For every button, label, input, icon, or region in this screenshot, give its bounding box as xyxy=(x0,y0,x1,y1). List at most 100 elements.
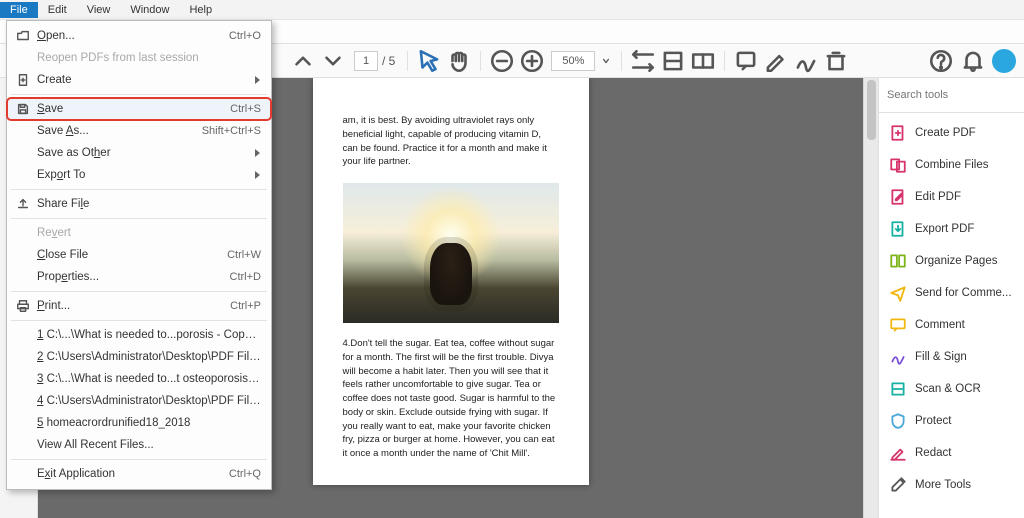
file-properties-accel: Ctrl+D xyxy=(230,271,261,283)
zoom-dropdown-button[interactable] xyxy=(599,48,613,74)
file-close-label: Close File xyxy=(37,249,219,261)
menu-edit[interactable]: Edit xyxy=(38,2,77,18)
page-indicator: 1 / 5 xyxy=(354,51,395,71)
menubar: File Edit View Window Help xyxy=(0,0,1024,20)
select-tool-button[interactable] xyxy=(416,48,442,74)
notifications-button[interactable] xyxy=(960,48,986,74)
delete-pages-button[interactable] xyxy=(823,48,849,74)
tool-label: Scan & OCR xyxy=(915,383,981,395)
recent-file-3[interactable]: 3 C:\...\What is needed to...t osteoporo… xyxy=(7,368,271,390)
file-reopen: Reopen PDFs from last session xyxy=(7,47,271,69)
send-comments-icon xyxy=(889,284,907,302)
file-open[interactable]: Open... Ctrl+O xyxy=(7,25,271,47)
pdf-page: am, it is best. By avoiding ultraviolet … xyxy=(313,78,589,485)
file-share[interactable]: Share File xyxy=(7,193,271,215)
tool-label: Send for Comme... xyxy=(915,287,1012,299)
hand-tool-button[interactable] xyxy=(446,48,472,74)
recent-file-1[interactable]: 1 C:\...\What is needed to...porosis - C… xyxy=(7,324,271,346)
menu-help[interactable]: Help xyxy=(179,2,222,18)
document-paragraph-1: am, it is best. By avoiding ultraviolet … xyxy=(343,114,559,169)
tool-export-pdf[interactable]: Export PDF xyxy=(879,213,1024,245)
file-save[interactable]: Save Ctrl+S xyxy=(7,98,271,120)
menu-file[interactable]: File xyxy=(0,2,38,18)
recent-file-5-label: 5 homeacrordrunified18_2018 xyxy=(37,417,261,429)
tool-more-tools[interactable]: More Tools xyxy=(879,469,1024,501)
file-save-as[interactable]: Save As... Shift+Ctrl+S xyxy=(7,120,271,142)
print-icon xyxy=(13,298,33,314)
file-print[interactable]: Print... Ctrl+P xyxy=(7,295,271,317)
fill-sign-icon xyxy=(889,348,907,366)
file-reopen-label: Reopen PDFs from last session xyxy=(37,52,261,64)
more-tools-icon xyxy=(889,476,907,494)
help-button[interactable] xyxy=(928,48,954,74)
highlight-button[interactable] xyxy=(763,48,789,74)
file-print-accel: Ctrl+P xyxy=(230,300,261,312)
tool-label: Edit PDF xyxy=(915,191,961,203)
tool-create-pdf[interactable]: Create PDF xyxy=(879,117,1024,149)
menu-view[interactable]: View xyxy=(77,2,121,18)
tools-search-input[interactable] xyxy=(887,85,1016,105)
sign-button[interactable] xyxy=(793,48,819,74)
tool-protect[interactable]: Protect xyxy=(879,405,1024,437)
share-icon xyxy=(13,196,33,212)
tool-list: Create PDF Combine Files Edit PDF Export… xyxy=(879,113,1024,518)
file-save-other[interactable]: Save as Other xyxy=(7,142,271,164)
file-save-label: Save xyxy=(37,103,222,115)
zoom-in-button[interactable] xyxy=(519,48,545,74)
tool-redact[interactable]: Redact xyxy=(879,437,1024,469)
tool-scan-ocr[interactable]: Scan & OCR xyxy=(879,373,1024,405)
fit-page-button[interactable] xyxy=(660,48,686,74)
view-all-recent[interactable]: View All Recent Files... xyxy=(7,434,271,456)
open-icon xyxy=(13,28,33,44)
page-down-button[interactable] xyxy=(320,48,346,74)
recent-file-2-label: 2 C:\Users\Administrator\Desktop\PDF Fil… xyxy=(37,351,261,363)
file-menu: Open... Ctrl+O Reopen PDFs from last ses… xyxy=(6,20,272,490)
scrollbar-thumb[interactable] xyxy=(867,80,876,140)
file-export-to-label: Export To xyxy=(37,169,249,181)
file-create-label: Create xyxy=(37,74,249,86)
file-exit[interactable]: Exit Application Ctrl+Q xyxy=(7,463,271,485)
recent-file-5[interactable]: 5 homeacrordrunified18_2018 xyxy=(7,412,271,434)
read-mode-button[interactable] xyxy=(690,48,716,74)
tool-organize-pages[interactable]: Organize Pages xyxy=(879,245,1024,277)
scan-ocr-icon xyxy=(889,380,907,398)
tools-panel: Create PDF Combine Files Edit PDF Export… xyxy=(878,78,1024,518)
export-pdf-icon xyxy=(889,220,907,238)
account-avatar[interactable] xyxy=(992,49,1016,73)
tool-label: More Tools xyxy=(915,479,971,491)
recent-file-4[interactable]: 4 C:\Users\Administrator\Desktop\PDF Fil… xyxy=(7,390,271,412)
file-revert-label: Revert xyxy=(37,227,261,239)
file-properties[interactable]: Properties... Ctrl+D xyxy=(7,266,271,288)
menu-window[interactable]: Window xyxy=(120,2,179,18)
zoom-level-input[interactable]: 50% xyxy=(551,51,595,71)
tool-edit-pdf[interactable]: Edit PDF xyxy=(879,181,1024,213)
file-open-accel: Ctrl+O xyxy=(229,30,261,42)
create-icon xyxy=(13,72,33,88)
file-export-to[interactable]: Export To xyxy=(7,164,271,186)
file-properties-label: Properties... xyxy=(37,271,222,283)
page-number-input[interactable]: 1 xyxy=(354,51,378,71)
vertical-scrollbar[interactable] xyxy=(863,78,878,518)
file-create[interactable]: Create xyxy=(7,69,271,91)
document-paragraph-2: 4.Don't tell the sugar. Eat tea, coffee … xyxy=(343,337,559,461)
tool-combine-files[interactable]: Combine Files xyxy=(879,149,1024,181)
protect-icon xyxy=(889,412,907,430)
tool-fill-sign[interactable]: Fill & Sign xyxy=(879,341,1024,373)
file-close[interactable]: Close File Ctrl+W xyxy=(7,244,271,266)
zoom-out-button[interactable] xyxy=(489,48,515,74)
submenu-arrow-icon xyxy=(255,171,261,179)
recent-file-2[interactable]: 2 C:\Users\Administrator\Desktop\PDF Fil… xyxy=(7,346,271,368)
submenu-arrow-icon xyxy=(255,149,261,157)
tool-comment[interactable]: Comment xyxy=(879,309,1024,341)
sticky-note-button[interactable] xyxy=(733,48,759,74)
fit-width-button[interactable] xyxy=(630,48,656,74)
file-exit-accel: Ctrl+Q xyxy=(229,468,261,480)
page-up-button[interactable] xyxy=(290,48,316,74)
file-open-label: Open... xyxy=(37,30,221,42)
file-print-label: Print... xyxy=(37,300,222,312)
recent-file-1-label: 1 C:\...\What is needed to...porosis - C… xyxy=(37,329,261,341)
tool-label: Fill & Sign xyxy=(915,351,967,363)
tool-send-for-comments[interactable]: Send for Comme... xyxy=(879,277,1024,309)
tool-label: Export PDF xyxy=(915,223,974,235)
file-revert: Revert xyxy=(7,222,271,244)
